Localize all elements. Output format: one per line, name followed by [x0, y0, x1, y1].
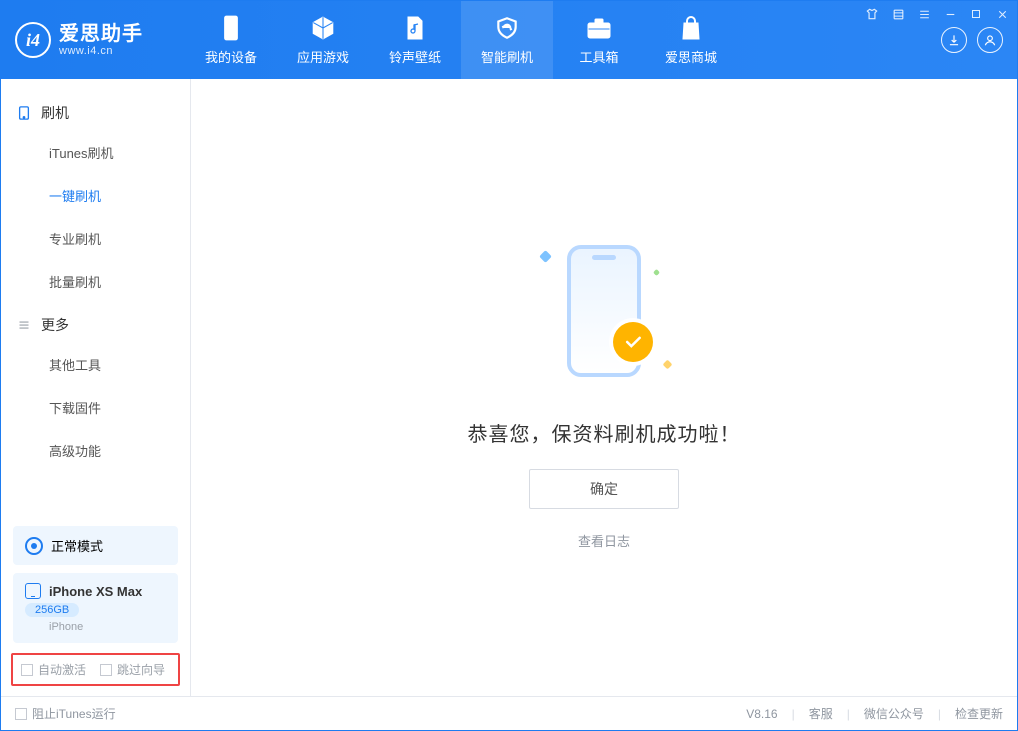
checkbox-skip-guide[interactable]: 跳过向导 [100, 661, 165, 678]
sidebar-section-title: 刷机 [41, 103, 69, 123]
tab-device[interactable]: 我的设备 [185, 1, 277, 79]
app-subtitle: www.i4.cn [59, 45, 143, 57]
tab-toolbox[interactable]: 工具箱 [553, 1, 645, 79]
checkbox-icon [100, 664, 112, 676]
logo-icon: i4 [15, 22, 51, 58]
device-capacity-badge: 256GB [25, 603, 79, 617]
app-title: 爱思助手 [59, 23, 143, 45]
download-button[interactable] [941, 27, 967, 53]
close-button[interactable] [995, 7, 1009, 21]
tab-flash[interactable]: 智能刷机 [461, 1, 553, 79]
list-icon [17, 318, 31, 332]
checkbox-block-itunes[interactable]: 阻止iTunes运行 [15, 705, 116, 722]
tab-label: 爱思商城 [665, 47, 717, 66]
success-illustration [519, 226, 689, 396]
account-button[interactable] [977, 27, 1003, 53]
sidebar-item-onekey-flash[interactable]: 一键刷机 [1, 174, 190, 217]
checkbox-auto-activate[interactable]: 自动激活 [21, 661, 86, 678]
view-log-link[interactable]: 查看日志 [578, 531, 630, 550]
device-name: iPhone XS Max [49, 584, 142, 599]
footer-link-service[interactable]: 客服 [809, 705, 833, 722]
tab-label: 工具箱 [579, 47, 618, 66]
sidebar: 刷机 iTunes刷机 一键刷机 专业刷机 批量刷机 更多 其他工具 下载固件 … [1, 79, 191, 696]
tab-apps[interactable]: 应用游戏 [277, 1, 369, 79]
mode-label: 正常模式 [51, 536, 103, 555]
device-platform: iPhone [25, 621, 83, 633]
mode-icon [25, 537, 43, 555]
footer-link-wechat[interactable]: 微信公众号 [864, 705, 924, 722]
header: i4 爱思助手 www.i4.cn 我的设备 应用游戏 铃声壁纸 智能刷机 工具… [1, 1, 1017, 79]
version-label: V8.16 [746, 707, 777, 721]
music-file-icon [401, 14, 429, 42]
sidebar-section-title: 更多 [41, 315, 69, 335]
sidebar-section-more[interactable]: 更多 [1, 303, 190, 343]
logo[interactable]: i4 爱思助手 www.i4.cn [15, 22, 185, 58]
sidebar-item-other-tools[interactable]: 其他工具 [1, 343, 190, 386]
sidebar-item-pro-flash[interactable]: 专业刷机 [1, 217, 190, 260]
tab-label: 应用游戏 [297, 47, 349, 66]
checkbox-label: 自动激活 [38, 661, 86, 678]
check-badge-icon [613, 322, 653, 362]
device-phone-icon [25, 583, 41, 599]
cube-icon [309, 14, 337, 42]
device-icon [217, 14, 245, 42]
tab-store[interactable]: 爱思商城 [645, 1, 737, 79]
top-tabs: 我的设备 应用游戏 铃声壁纸 智能刷机 工具箱 爱思商城 [185, 1, 737, 79]
checkbox-icon [21, 664, 33, 676]
sidebar-item-itunes-flash[interactable]: iTunes刷机 [1, 131, 190, 174]
minimize-button[interactable] [943, 7, 957, 21]
phone-icon [17, 106, 31, 120]
tab-label: 铃声壁纸 [389, 47, 441, 66]
device-card[interactable]: iPhone XS Max 256GB iPhone [13, 573, 178, 643]
settings-icon[interactable] [891, 7, 905, 21]
maximize-button[interactable] [969, 7, 983, 21]
toolbox-icon [585, 14, 613, 42]
bag-icon [677, 14, 705, 42]
sidebar-section-flash[interactable]: 刷机 [1, 91, 190, 131]
system-buttons [865, 7, 1009, 21]
mode-card[interactable]: 正常模式 [13, 526, 178, 565]
checkbox-label: 跳过向导 [117, 661, 165, 678]
footer: 阻止iTunes运行 V8.16 | 客服 | 微信公众号 | 检查更新 [1, 696, 1017, 730]
checkbox-icon [15, 708, 27, 720]
checkbox-label: 阻止iTunes运行 [32, 705, 116, 722]
tab-label: 我的设备 [205, 47, 257, 66]
tshirt-icon[interactable] [865, 7, 879, 21]
flash-options-box: 自动激活 跳过向导 [11, 653, 180, 686]
sidebar-item-download-firmware[interactable]: 下载固件 [1, 386, 190, 429]
sidebar-item-advanced[interactable]: 高级功能 [1, 429, 190, 472]
tab-label: 智能刷机 [481, 47, 533, 66]
header-right [941, 27, 1003, 53]
main-content: 恭喜您，保资料刷机成功啦！ 确定 查看日志 [191, 79, 1017, 696]
body: 刷机 iTunes刷机 一键刷机 专业刷机 批量刷机 更多 其他工具 下载固件 … [1, 79, 1017, 696]
footer-link-update[interactable]: 检查更新 [955, 705, 1003, 722]
shield-refresh-icon [493, 14, 521, 42]
ok-button[interactable]: 确定 [529, 469, 679, 509]
sidebar-item-batch-flash[interactable]: 批量刷机 [1, 260, 190, 303]
menu-icon[interactable] [917, 7, 931, 21]
tab-ringtones[interactable]: 铃声壁纸 [369, 1, 461, 79]
success-message: 恭喜您，保资料刷机成功啦！ [468, 418, 741, 447]
